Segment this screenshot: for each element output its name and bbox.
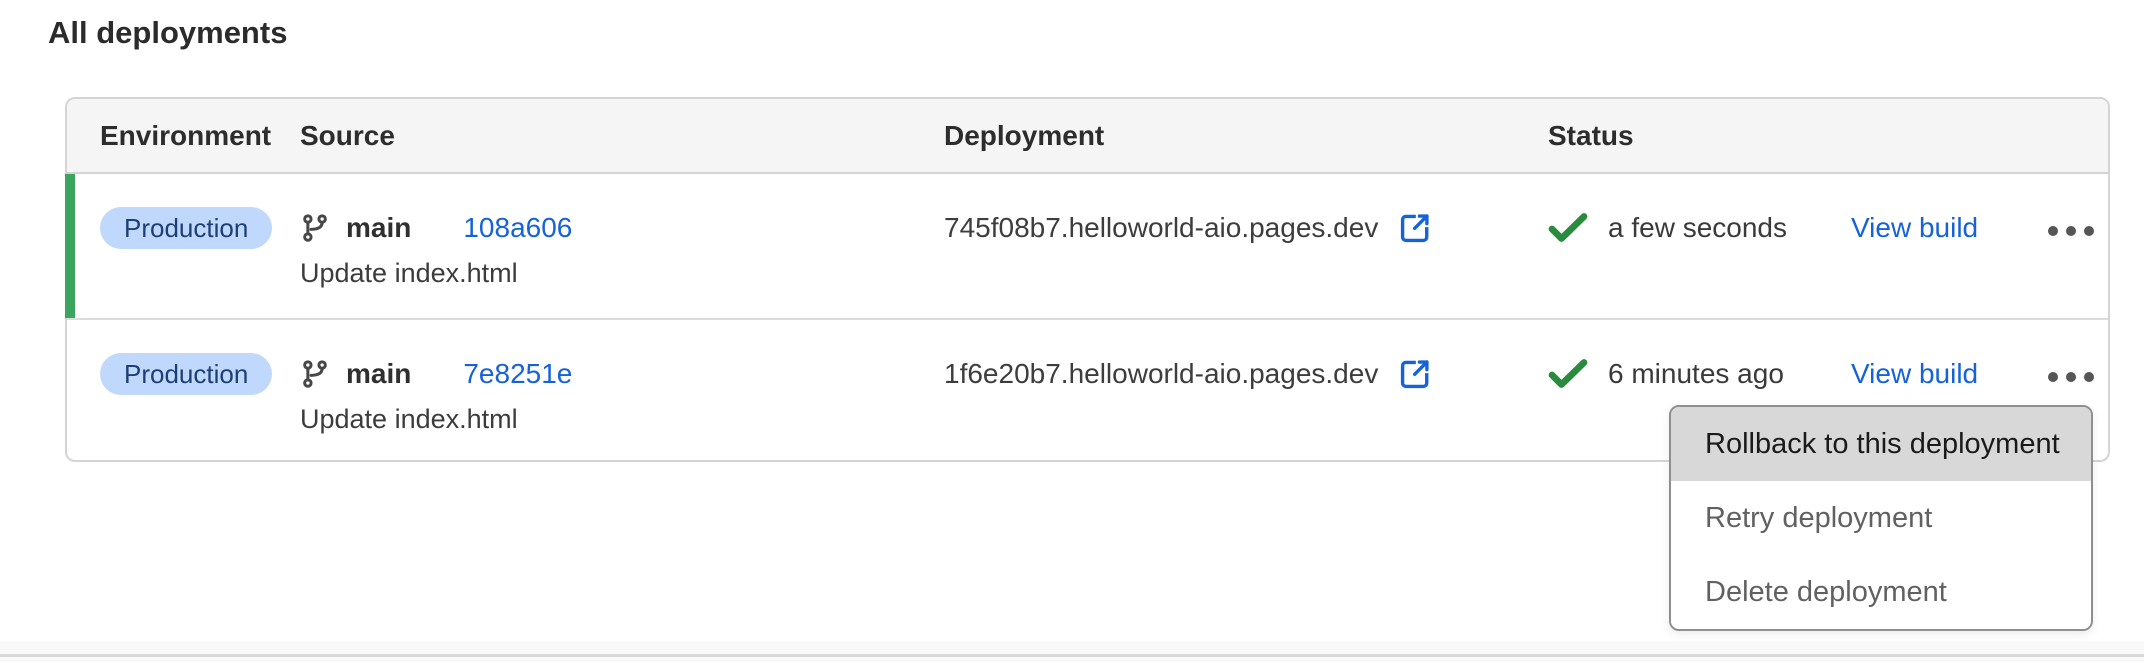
commit-link[interactable]: 7e8251e <box>463 358 572 390</box>
view-build-link[interactable]: View build <box>1851 212 1978 244</box>
branch-name: main <box>346 212 411 244</box>
column-header-deployment: Deployment <box>944 120 1548 152</box>
deployment-url: 1f6e20b7.helloworld-aio.pages.dev <box>944 358 1378 390</box>
git-branch-icon <box>300 212 330 244</box>
commit-message: Update index.html <box>300 258 944 289</box>
menu-item-retry[interactable]: Retry deployment <box>1671 481 2091 555</box>
deployment-url: 745f08b7.helloworld-aio.pages.dev <box>944 212 1378 244</box>
menu-item-rollback[interactable]: Rollback to this deployment <box>1671 407 2091 481</box>
status-time: 6 minutes ago <box>1608 358 1784 390</box>
more-options-button[interactable] <box>2044 366 2098 388</box>
commit-link[interactable]: 108a606 <box>463 212 572 244</box>
view-build-link[interactable]: View build <box>1851 358 1978 390</box>
external-link-icon[interactable] <box>1398 357 1432 391</box>
menu-item-delete[interactable]: Delete deployment <box>1671 555 2091 629</box>
status-time: a few seconds <box>1608 212 1787 244</box>
branch-name: main <box>346 358 411 390</box>
environment-badge: Production <box>100 207 272 249</box>
git-branch-icon <box>300 358 330 390</box>
external-link-icon[interactable] <box>1398 211 1432 245</box>
current-deployment-indicator <box>65 174 75 318</box>
row-actions-menu: Rollback to this deployment Retry deploy… <box>1669 405 2093 631</box>
column-header-status: Status <box>1548 120 1851 152</box>
success-check-icon <box>1548 213 1588 243</box>
commit-message: Update index.html <box>300 404 944 435</box>
ellipsis-icon <box>2048 226 2058 236</box>
success-check-icon <box>1548 359 1588 389</box>
table-row: Production main 108a606 Update index.htm… <box>67 174 2108 318</box>
ellipsis-icon <box>2048 372 2058 382</box>
environment-badge: Production <box>100 353 272 395</box>
section-divider <box>0 641 2144 662</box>
column-header-environment: Environment <box>67 120 300 152</box>
table-header-row: Environment Source Deployment Status <box>67 99 2108 174</box>
column-header-source: Source <box>300 120 944 152</box>
page-title: All deployments <box>48 14 287 52</box>
more-options-button[interactable] <box>2044 220 2098 242</box>
